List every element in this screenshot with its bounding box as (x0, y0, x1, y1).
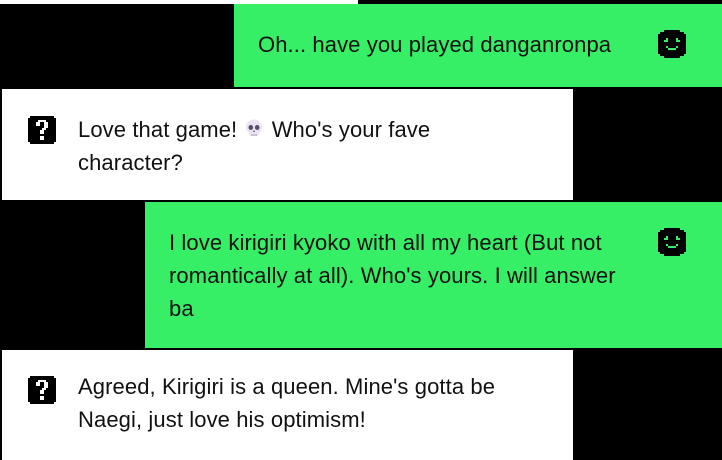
skull-emoji (243, 118, 265, 140)
received-message-bubble: Agreed, Kirigiri is a queen. Mine's gott… (2, 350, 573, 460)
question-mark-icon[interactable] (26, 374, 58, 406)
message-text-part: Love that game! (78, 117, 244, 142)
question-mark-icon[interactable] (26, 114, 58, 146)
sent-message-bubble: Oh... have you played danganronpa (234, 4, 722, 87)
message-text: Love that game! Who's your fave characte… (78, 113, 518, 179)
ghost-face-icon[interactable] (656, 28, 688, 60)
message-text: Agreed, Kirigiri is a queen. Mine's gott… (78, 374, 496, 432)
ghost-face-icon[interactable] (656, 226, 688, 258)
received-message-bubble: Love that game! Who's your fave characte… (2, 89, 573, 200)
message-text: Oh... have you played danganronpa (258, 32, 612, 57)
message-text: I love kirigiri kyoko with all my heart … (169, 230, 616, 321)
sent-message-bubble: I love kirigiri kyoko with all my heart … (145, 202, 722, 348)
